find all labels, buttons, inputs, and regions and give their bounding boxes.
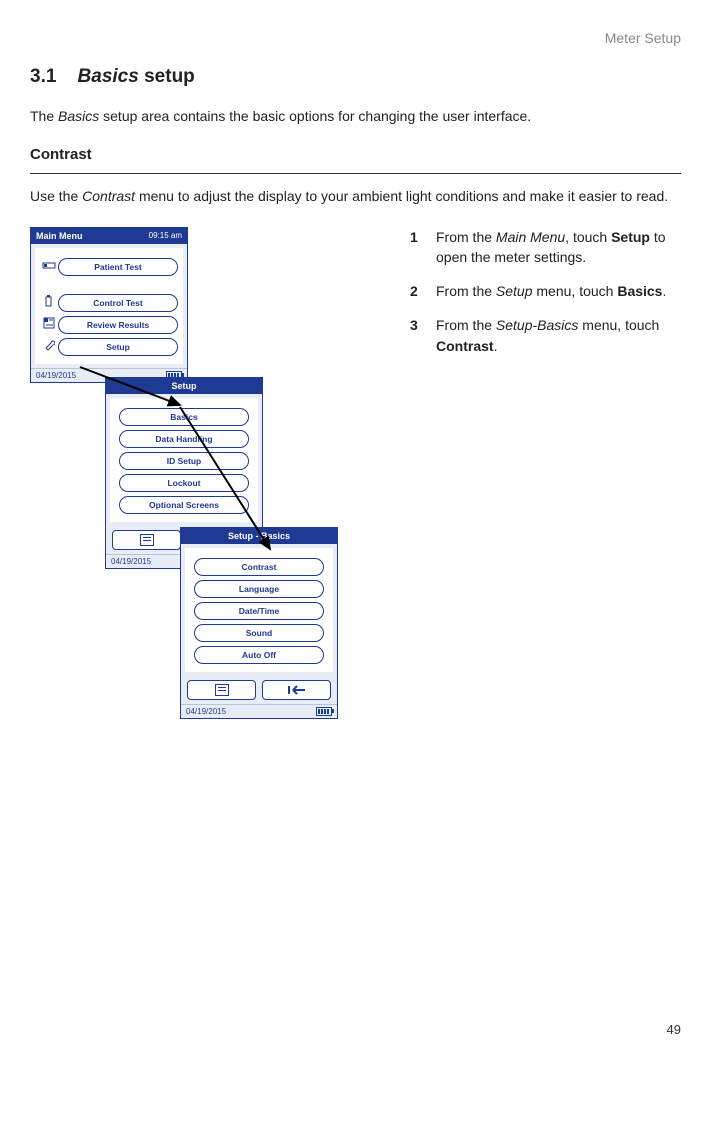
- menu-control-test[interactable]: Control Test: [58, 294, 178, 312]
- contrast-description: Use the Contrast menu to adjust the disp…: [30, 186, 681, 206]
- menu-contrast[interactable]: Contrast: [194, 558, 324, 576]
- menu-lockout[interactable]: Lockout: [119, 474, 249, 492]
- section-number: 3.1: [30, 66, 56, 87]
- menu-language[interactable]: Language: [194, 580, 324, 598]
- menu-data-handling[interactable]: Data Handling: [119, 430, 249, 448]
- section-title-rest: setup: [139, 66, 195, 87]
- step-text: From the Setup menu, touch Basics.: [436, 281, 666, 301]
- title-text: Main Menu: [36, 231, 83, 241]
- list-icon: [215, 684, 229, 696]
- step-number: 2: [410, 281, 422, 301]
- menu-patient-test[interactable]: Patient Test: [58, 258, 178, 276]
- step-number: 3: [410, 315, 422, 356]
- step-text: From the Setup-Basics menu, touch Contra…: [436, 315, 681, 356]
- menu-sound[interactable]: Sound: [194, 624, 324, 642]
- list-icon: [140, 534, 154, 546]
- footer-date: 04/19/2015: [186, 707, 226, 716]
- step-2: 2 From the Setup menu, touch Basics.: [410, 281, 681, 301]
- strip-icon: [40, 260, 58, 273]
- menu-auto-off[interactable]: Auto Off: [194, 646, 324, 664]
- home-button[interactable]: [187, 680, 256, 700]
- steps-list: 1 From the Main Menu, touch Setup to ope…: [410, 227, 681, 370]
- menu-setup[interactable]: Setup: [58, 338, 178, 356]
- menu-date-time[interactable]: Date/Time: [194, 602, 324, 620]
- title-text: Setup: [171, 381, 196, 391]
- time-text: 09:15 am: [149, 231, 182, 240]
- footer-date: 04/19/2015: [36, 371, 76, 380]
- intro-paragraph: The Basics setup area contains the basic…: [30, 106, 681, 126]
- step-3: 3 From the Setup-Basics menu, touch Cont…: [410, 315, 681, 356]
- menu-optional-screens[interactable]: Optional Screens: [119, 496, 249, 514]
- titlebar: Setup: [106, 378, 262, 394]
- step-1: 1 From the Main Menu, touch Setup to ope…: [410, 227, 681, 268]
- contrast-heading: Contrast: [30, 146, 681, 163]
- step-number: 1: [410, 227, 422, 268]
- title-text: Setup - Basics: [228, 531, 290, 541]
- battery-icon: [316, 707, 332, 716]
- menu-review-results[interactable]: Review Results: [58, 316, 178, 334]
- back-button[interactable]: [262, 680, 331, 700]
- checklist-icon: [40, 317, 58, 332]
- page-number: 49: [667, 1022, 681, 1037]
- footer-date: 04/19/2015: [111, 557, 151, 566]
- bottle-icon: [40, 295, 58, 310]
- titlebar: Main Menu 09:15 am: [31, 228, 187, 244]
- device-setup-basics-menu: Setup - Basics Contrast Language Date/Ti…: [180, 527, 338, 719]
- device-illustration-stack: Main Menu 09:15 am Patient Test Control …: [30, 227, 380, 827]
- menu-basics[interactable]: Basics: [119, 408, 249, 426]
- page-header-label: Meter Setup: [30, 30, 681, 46]
- section-title-italic: Basics: [78, 66, 139, 87]
- titlebar: Setup - Basics: [181, 528, 337, 544]
- home-button[interactable]: [112, 530, 181, 550]
- device-main-menu: Main Menu 09:15 am Patient Test Control …: [30, 227, 188, 383]
- back-arrow-icon: [287, 684, 307, 696]
- section-title: 3.1 Basics setup: [30, 66, 681, 88]
- step-text: From the Main Menu, touch Setup to open …: [436, 227, 681, 268]
- menu-id-setup[interactable]: ID Setup: [119, 452, 249, 470]
- wrench-icon: [40, 339, 58, 354]
- divider: [30, 173, 681, 174]
